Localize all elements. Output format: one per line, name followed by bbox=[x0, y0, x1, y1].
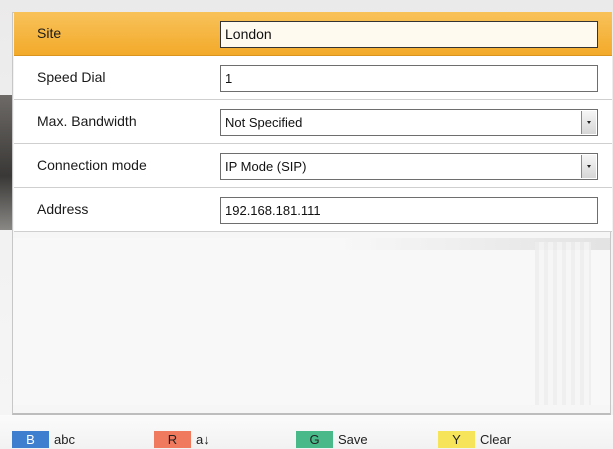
connection-mode-select[interactable]: IP Mode (SIP) bbox=[220, 153, 598, 180]
dropdown-arrow-icon[interactable] bbox=[581, 111, 596, 134]
green-key-label: Save bbox=[338, 432, 368, 447]
max-bandwidth-select[interactable]: Not Specified bbox=[220, 109, 598, 136]
green-key-cap: G bbox=[296, 431, 333, 448]
blue-key-label: abc bbox=[54, 432, 75, 447]
site-input[interactable]: London bbox=[220, 21, 598, 48]
blue-key-cap: B bbox=[12, 431, 49, 448]
yellow-key-cap: Y bbox=[438, 431, 475, 448]
yellow-key-clear[interactable]: Y Clear bbox=[438, 431, 511, 449]
connection-mode-value: IP Mode (SIP) bbox=[225, 159, 307, 174]
red-key-cap: R bbox=[154, 431, 191, 448]
blue-key-abc[interactable]: Babc bbox=[12, 431, 75, 449]
red-key-label: a↓ bbox=[196, 432, 210, 447]
address-input[interactable]: 192.168.181.111 bbox=[220, 197, 598, 224]
green-key-save[interactable]: G Save bbox=[296, 431, 368, 449]
max-bandwidth-label: Max. Bandwidth bbox=[37, 113, 137, 129]
footer-key-guide: Babc Ra↓ G Save Y Clear bbox=[0, 415, 613, 449]
dropdown-arrow-icon[interactable] bbox=[581, 155, 596, 178]
site-label: Site bbox=[37, 25, 62, 41]
row-speed-dial[interactable]: Speed Dial 1 bbox=[14, 56, 612, 100]
connection-mode-label: Connection mode bbox=[37, 157, 147, 173]
speed-dial-input[interactable]: 1 bbox=[220, 65, 598, 92]
row-address[interactable]: Address 192.168.181.111 bbox=[14, 188, 612, 232]
contact-form: Site London Speed Dial 1 Max. Bandwidth … bbox=[14, 12, 612, 232]
address-label: Address bbox=[37, 201, 89, 217]
max-bandwidth-value: Not Specified bbox=[225, 115, 303, 130]
row-connection-mode[interactable]: Connection mode IP Mode (SIP) bbox=[14, 144, 612, 188]
speed-dial-label: Speed Dial bbox=[37, 69, 106, 85]
row-site[interactable]: Site London bbox=[14, 12, 612, 56]
yellow-key-label: Clear bbox=[480, 432, 512, 447]
background-strip bbox=[0, 95, 12, 230]
row-max-bandwidth[interactable]: Max. Bandwidth Not Specified bbox=[14, 100, 612, 144]
red-key-case[interactable]: Ra↓ bbox=[154, 431, 210, 449]
